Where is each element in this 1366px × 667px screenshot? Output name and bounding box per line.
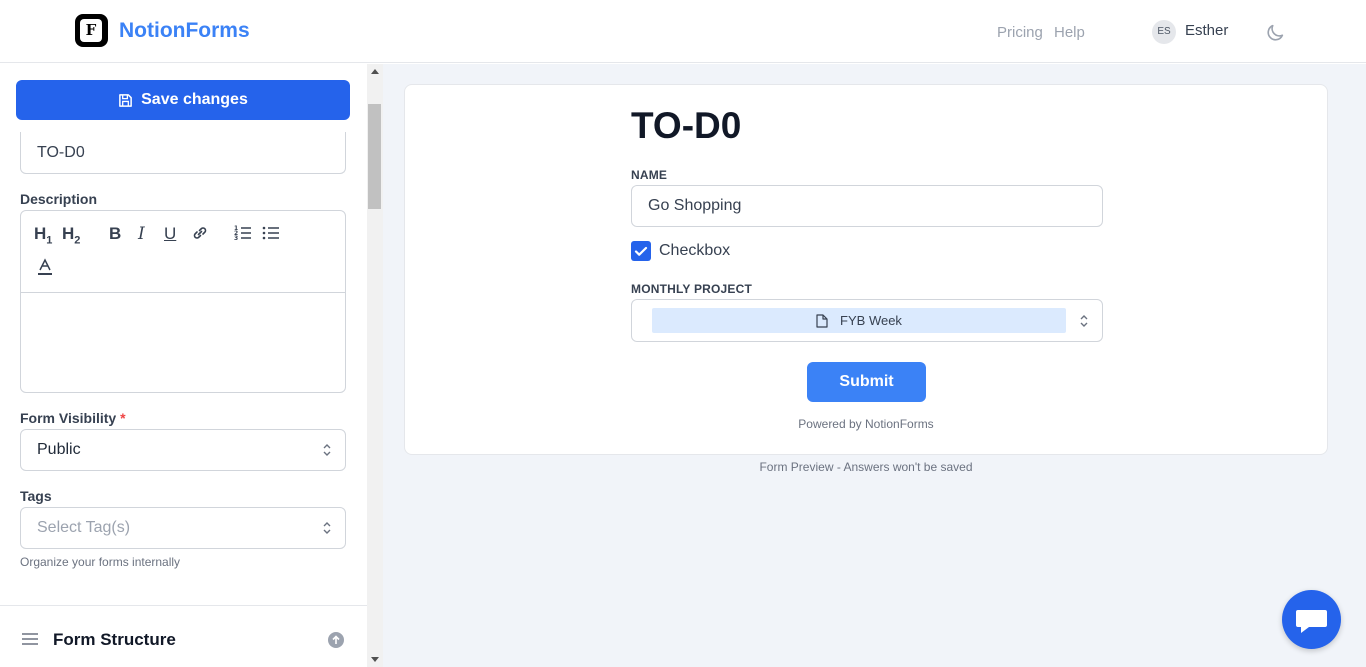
ordered-list-icon[interactable]: 1 2 3 (234, 224, 252, 242)
selected-page-chip: FYB Week (652, 308, 1066, 333)
scroll-up-arrow-icon[interactable] (371, 69, 379, 74)
form-visibility-select[interactable]: Public (20, 429, 346, 471)
form-visibility-value: Public (37, 441, 81, 458)
tags-select[interactable]: Select Tag(s) (20, 507, 346, 549)
editor-toolbar: H1 H2 B I U 1 2 3 (21, 211, 345, 293)
moon-icon[interactable] (1264, 22, 1286, 44)
nav-link-pricing[interactable]: Pricing (997, 24, 1043, 41)
collapse-up-icon[interactable] (328, 632, 344, 648)
avatar[interactable]: ES (1152, 20, 1176, 44)
text-color-icon[interactable] (36, 258, 54, 276)
tags-placeholder: Select Tag(s) (37, 519, 131, 536)
name-field-label: NAME (631, 168, 668, 182)
svg-text:3: 3 (234, 235, 238, 242)
checkbox-input[interactable] (631, 241, 651, 261)
bullet-list-icon[interactable] (262, 224, 280, 242)
tags-hint: Organize your forms internally (20, 555, 181, 569)
save-icon (119, 93, 132, 107)
name-input[interactable]: Go Shopping (631, 185, 1103, 227)
selected-page-label: FYB Week (840, 313, 902, 328)
checkbox-label[interactable]: Checkbox (659, 242, 730, 260)
form-visibility-text: Form Visibility (20, 410, 117, 426)
save-changes-label: Save changes (141, 91, 248, 108)
form-structure-title[interactable]: Form Structure (53, 630, 176, 650)
logo-icon[interactable]: F (75, 14, 108, 47)
powered-by-link[interactable]: Powered by NotionForms (405, 417, 1327, 431)
form-title: TO-D0 (631, 105, 742, 146)
chevron-updown-icon (323, 522, 331, 534)
form-preview-card: TO-D0 NAME Go Shopping Checkbox MONTHLY … (404, 84, 1328, 455)
required-mark: * (120, 410, 126, 426)
submit-button[interactable]: Submit (807, 362, 926, 402)
page-icon (816, 313, 828, 328)
chevron-updown-icon (1080, 315, 1088, 327)
brand-name[interactable]: NotionForms (119, 19, 250, 43)
logo-letter: F (80, 19, 102, 42)
description-editor[interactable]: H1 H2 B I U 1 2 3 (20, 210, 346, 393)
description-label: Description (20, 191, 98, 207)
monthly-project-select[interactable]: FYB Week (631, 299, 1103, 342)
top-navbar: F NotionForms Pricing Help ES Esther (0, 0, 1366, 63)
italic-icon[interactable]: I (138, 224, 145, 244)
form-preview-area: TO-D0 NAME Go Shopping Checkbox MONTHLY … (383, 64, 1366, 667)
heading2-icon[interactable]: H2 (62, 224, 80, 246)
scroll-down-arrow-icon[interactable] (371, 657, 379, 662)
nav-link-help[interactable]: Help (1054, 24, 1085, 41)
chevron-updown-icon (323, 444, 331, 456)
menu-icon[interactable] (22, 633, 38, 645)
underline-icon[interactable]: U (164, 224, 176, 244)
divider (0, 605, 367, 606)
bold-icon[interactable]: B (109, 224, 121, 244)
tags-label: Tags (20, 488, 52, 504)
heading1-icon[interactable]: H1 (34, 224, 52, 246)
scroll-thumb[interactable] (368, 104, 381, 209)
form-visibility-label: Form Visibility * (20, 410, 126, 426)
link-icon[interactable] (191, 224, 209, 242)
sidebar-scrollbar[interactable] (367, 64, 383, 667)
form-title-input[interactable]: TO-D0 (20, 132, 346, 174)
preview-note: Form Preview - Answers won't be saved (759, 460, 973, 474)
user-name[interactable]: Esther (1185, 22, 1228, 39)
settings-sidebar: Save changes TO-D0 Description H1 H2 B I… (0, 64, 367, 667)
monthly-project-label: MONTHLY PROJECT (631, 282, 753, 296)
save-changes-button[interactable]: Save changes (16, 80, 350, 120)
chat-bubble-icon (1296, 610, 1327, 633)
check-icon (634, 246, 648, 256)
chat-support-button[interactable] (1282, 590, 1341, 649)
